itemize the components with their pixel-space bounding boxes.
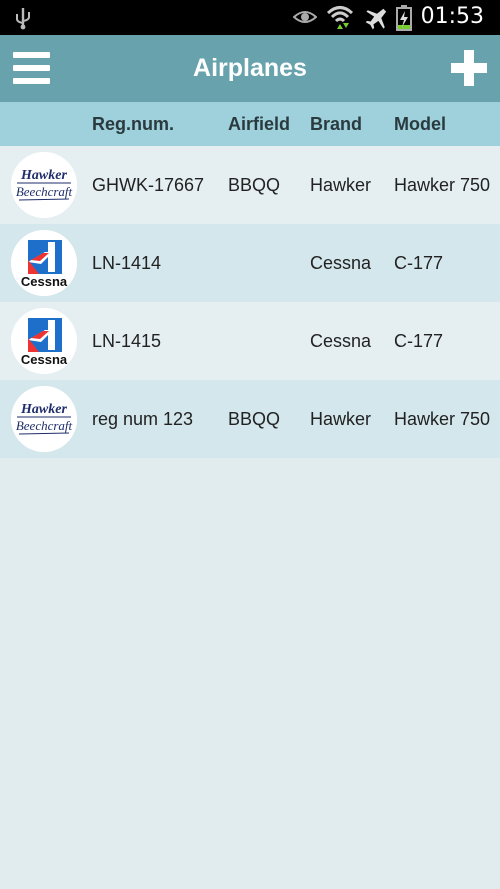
usb-icon xyxy=(14,6,32,35)
table-header: Reg.num. Airfield Brand Model xyxy=(0,102,500,146)
logo-text: Cessna xyxy=(21,274,68,289)
cell-brand: Hawker xyxy=(310,409,372,429)
status-clock: 01:53 xyxy=(420,4,484,29)
cell-reg: LN-1415 xyxy=(92,331,162,351)
airplane-mode-icon xyxy=(364,6,390,35)
wifi-icon xyxy=(326,4,354,35)
logo-text: Cessna xyxy=(21,352,68,367)
cell-brand: Cessna xyxy=(310,253,372,273)
cell-model: C-177 xyxy=(394,331,444,351)
cell-brand: Cessna xyxy=(310,331,372,351)
cell-reg: LN-1414 xyxy=(92,253,162,273)
table-row[interactable]: Hawker Beechcraft GHWK-17667 BBQQ Hawker… xyxy=(0,146,500,224)
status-bar: 01:53 xyxy=(0,0,500,35)
app-bar: Airplanes xyxy=(0,35,500,102)
column-header-brand[interactable]: Brand xyxy=(310,114,362,135)
cessna-logo: Cessna xyxy=(11,308,77,374)
logo-line2: Beechcraft xyxy=(16,418,73,433)
airplane-list: Hawker Beechcraft GHWK-17667 BBQQ Hawker… xyxy=(0,146,500,458)
column-header-reg[interactable]: Reg.num. xyxy=(92,114,174,135)
battery-charging-icon xyxy=(396,5,412,36)
logo-line1: Hawker xyxy=(20,168,67,183)
cell-model: Hawker 750 xyxy=(394,409,491,429)
eye-icon xyxy=(292,8,318,31)
cessna-logo: Cessna xyxy=(11,230,77,296)
cell-airfield: BBQQ xyxy=(228,175,281,195)
cell-airfield: BBQQ xyxy=(228,409,281,429)
hawker-beechcraft-logo: Hawker Beechcraft xyxy=(11,152,77,218)
add-airplane-button[interactable] xyxy=(451,50,487,86)
column-header-airfield[interactable]: Airfield xyxy=(228,114,290,135)
hawker-beechcraft-logo: Hawker Beechcraft xyxy=(11,386,77,452)
plus-icon-stroke xyxy=(464,50,474,86)
logo-line1: Hawker xyxy=(20,402,67,417)
logo-line2: Beechcraft xyxy=(16,184,73,199)
table-row[interactable]: Hawker Beechcraft reg num 123 BBQQ Hawke… xyxy=(0,380,500,458)
table-row[interactable]: Cessna LN-1414 Cessna C-177 xyxy=(0,224,500,302)
cell-brand: Hawker xyxy=(310,175,372,195)
column-header-model[interactable]: Model xyxy=(394,114,446,135)
cell-model: C-177 xyxy=(394,253,444,273)
page-title: Airplanes xyxy=(193,54,307,82)
cell-reg: GHWK-17667 xyxy=(92,175,205,195)
cell-reg: reg num 123 xyxy=(92,409,194,429)
table-row[interactable]: Cessna LN-1415 Cessna C-177 xyxy=(0,302,500,380)
cell-model: Hawker 750 xyxy=(394,175,491,195)
